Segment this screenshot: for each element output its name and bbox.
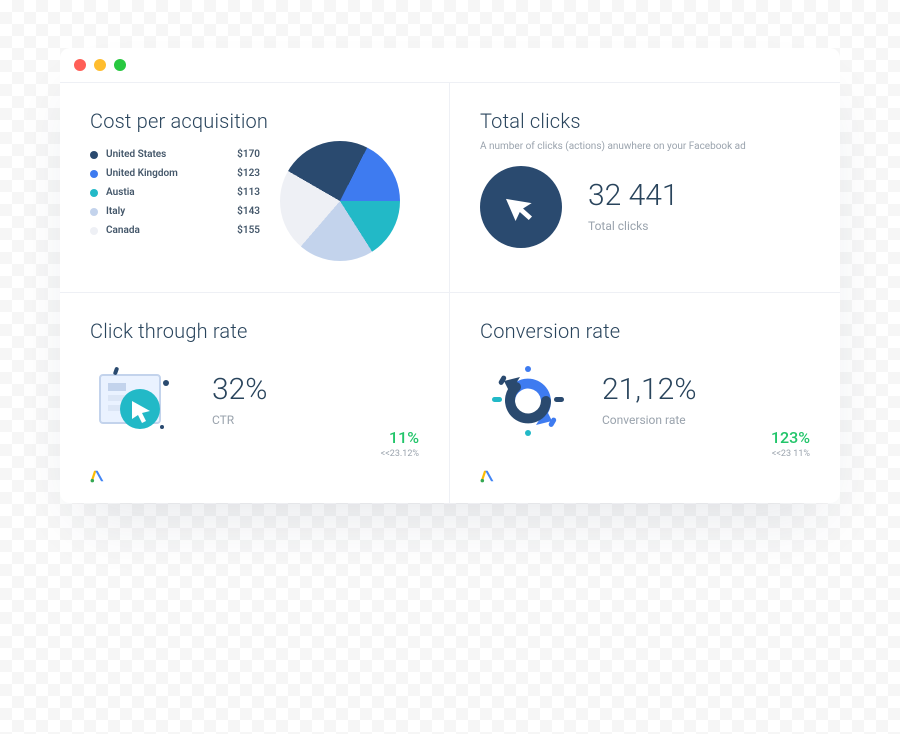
cpa-legend-row: Italy $143 [90,206,260,217]
legend-value: $123 [237,168,260,179]
cpa-pie-chart [280,141,400,261]
cpa-legend-row: Austia $113 [90,187,260,198]
conversion-delta-value: 123% [771,428,810,447]
legend-swatch-icon [90,170,98,178]
ctr-label: CTR [212,413,267,427]
conversion-delta-sub: <<23 11% [771,449,810,459]
card-title: Conversion rate [480,319,810,343]
conversion-illustration-icon [480,361,576,441]
window-close-button[interactable] [74,59,86,71]
clicks-value: 32 441 [588,181,679,211]
ctr-value: 32% [212,375,267,405]
cursor-arrow-icon [504,190,538,224]
cpa-legend: United States $170 United Kingdom $123 Austi… [90,149,260,236]
card-title: Click through rate [90,319,419,343]
window-zoom-button[interactable] [114,59,126,71]
conversion-value: 21,12% [602,375,697,405]
card-click-through-rate: Click through rate [60,293,450,503]
cpa-legend-row: Canada $155 [90,225,260,236]
clicks-label: Total clicks [588,219,679,233]
legend-value: $155 [237,225,260,236]
app-window: Cost per acquisition United States$170Un… [60,48,840,503]
cpa-legend-row: United States $170 [90,149,260,160]
conversion-delta: 123% <<23 11% [771,428,810,459]
legend-value: $170 [237,149,260,160]
card-subtitle: A number of clicks (actions) anuwhere on… [480,141,810,152]
google-ads-logo-icon [90,468,104,487]
card-title: Cost per acquisition [90,109,419,133]
card-conversion-rate: Conversion rate [450,293,840,503]
legend-value: $113 [237,187,260,198]
conversion-label: Conversion rate [602,413,697,427]
ctr-delta-value: 11% [381,428,419,447]
ctr-delta: 11% <<23.12% [381,428,419,459]
legend-label: United States [106,149,229,160]
card-title: Total clicks [480,109,810,133]
google-ads-logo-icon [480,468,494,487]
legend-label: Italy [106,206,229,217]
legend-label: Canada [106,225,229,236]
ctr-delta-sub: <<23.12% [381,449,419,459]
window-minimize-button[interactable] [94,59,106,71]
legend-swatch-icon [90,151,98,159]
window-titlebar [60,48,840,83]
legend-value: $143 [237,206,260,217]
cpa-legend-row: United Kingdom $123 [90,168,260,179]
legend-swatch-icon [90,189,98,197]
cursor-circle-icon [480,166,562,248]
dashboard-grid: Cost per acquisition United States$170Un… [60,83,840,503]
legend-swatch-icon [90,208,98,216]
legend-label: Austia [106,187,229,198]
legend-swatch-icon [90,227,98,235]
card-cost-per-acquisition: Cost per acquisition United States$170Un… [60,83,450,293]
legend-label: United Kingdom [106,168,229,179]
ctr-illustration-icon [90,361,186,441]
card-total-clicks: Total clicks A number of clicks (actions… [450,83,840,293]
